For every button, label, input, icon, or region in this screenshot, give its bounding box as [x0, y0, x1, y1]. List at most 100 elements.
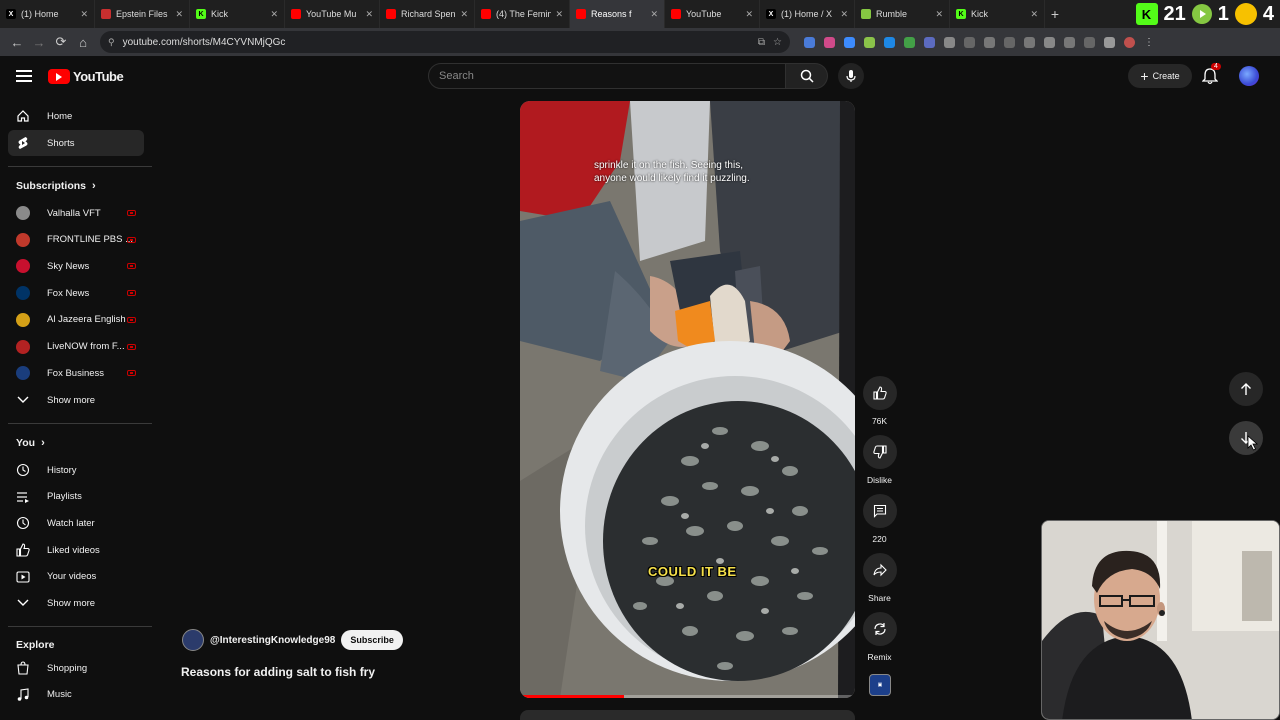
account-avatar[interactable]	[1239, 66, 1259, 86]
close-tab-icon[interactable]: ✕	[935, 9, 943, 20]
extension-icon[interactable]	[1064, 36, 1075, 48]
show-more-you[interactable]: Show more	[8, 590, 144, 616]
url-field[interactable]: ⚲ youtube.com/shorts/M4CYVNMjQGc ⧉ ☆	[100, 31, 790, 53]
previous-short-button[interactable]	[1229, 372, 1263, 406]
close-tab-icon[interactable]: ✕	[365, 9, 373, 20]
sidebar-item-watch-later[interactable]: Watch later	[8, 510, 144, 536]
extension-icon[interactable]	[904, 36, 915, 48]
video-progress-bar[interactable]	[520, 695, 855, 698]
sidebar-subscription-item[interactable]: FRONTLINE PBS ...	[8, 227, 144, 253]
sidebar-subscription-item[interactable]: Sky News	[8, 253, 144, 279]
sidebar-item-your-videos[interactable]: Your videos	[8, 564, 144, 590]
extension-icon[interactable]	[844, 36, 855, 48]
extension-icon[interactable]	[884, 36, 895, 48]
sound-pivot-thumbnail[interactable]: ▣	[869, 674, 891, 696]
browser-tab[interactable]: Richard Spen ✕	[380, 0, 475, 28]
browser-tab[interactable]: YouTube ✕	[665, 0, 760, 28]
channel-avatar[interactable]	[182, 629, 204, 651]
like-button[interactable]	[862, 376, 897, 410]
subscriptions-heading[interactable]: Subscriptions ›	[16, 180, 96, 192]
close-tab-icon[interactable]: ✕	[745, 9, 753, 20]
emoji-extension-icon[interactable]	[1234, 3, 1257, 25]
extension-icon[interactable]	[1024, 36, 1035, 48]
browser-tab[interactable]: Rumble ✕	[855, 0, 950, 28]
extension-icon[interactable]	[964, 36, 975, 48]
webcam-feed	[1042, 521, 1279, 719]
sidebar-subscription-item[interactable]: Valhalla VFT	[8, 200, 144, 226]
music-icon	[16, 688, 30, 702]
channel-handle[interactable]: @InterestingKnowledge98	[210, 635, 335, 646]
site-info-icon[interactable]: ⚲	[108, 37, 115, 48]
browser-tab[interactable]: Reasons f ✕	[570, 0, 665, 28]
more-menu-icon[interactable]: ⋮	[1144, 37, 1154, 48]
extension-icon[interactable]	[944, 36, 955, 48]
sidebar-item-music[interactable]: Music	[8, 682, 144, 708]
close-tab-icon[interactable]: ✕	[460, 9, 468, 20]
search-button[interactable]	[786, 63, 828, 89]
extension-icon[interactable]	[804, 36, 815, 48]
browser-tab[interactable]: K Kick ✕	[190, 0, 285, 28]
extension-icon[interactable]	[864, 36, 875, 48]
sidebar-item-playlists[interactable]: Playlists	[8, 484, 144, 510]
extension-icon[interactable]	[984, 36, 995, 48]
close-tab-icon[interactable]: ✕	[80, 9, 88, 20]
sidebar-subscription-item[interactable]: LiveNOW from F...	[8, 334, 144, 360]
rumble-play-icon[interactable]	[1191, 4, 1212, 24]
forward-icon[interactable]: →	[28, 31, 50, 53]
bookmark-star-icon[interactable]: ☆	[773, 37, 782, 48]
you-heading[interactable]: You ›	[16, 437, 45, 449]
extension-icon[interactable]	[1104, 36, 1115, 48]
extension-icon[interactable]	[1004, 36, 1015, 48]
menu-icon[interactable]	[16, 70, 32, 82]
reload-icon[interactable]: ⟳	[50, 31, 72, 53]
dislike-button[interactable]	[862, 435, 897, 469]
browser-tab[interactable]: X (1) Home / X ✕	[760, 0, 855, 28]
browser-tab[interactable]: YouTube Mu ✕	[285, 0, 380, 28]
new-tab-button[interactable]: +	[1045, 6, 1065, 22]
close-tab-icon[interactable]: ✕	[650, 9, 658, 20]
close-tab-icon[interactable]: ✕	[270, 9, 278, 20]
extension-icon[interactable]	[824, 36, 835, 48]
sidebar-subscription-item[interactable]: Al Jazeera English	[8, 307, 144, 333]
sidebar-item-history[interactable]: History	[8, 457, 144, 483]
short-title[interactable]: Reasons for adding salt to fish fry	[181, 665, 375, 679]
voice-search-button[interactable]	[838, 63, 864, 89]
extension-icon[interactable]	[1044, 36, 1055, 48]
profile-avatar-icon[interactable]	[1124, 36, 1135, 48]
close-tab-icon[interactable]: ✕	[555, 9, 563, 20]
search-input[interactable]: Search	[428, 63, 786, 89]
shorts-video-player[interactable]: sprinkle it on the fish. Seeing this, an…	[520, 101, 855, 698]
browser-tab[interactable]: (4) The Femin ✕	[475, 0, 570, 28]
browser-tab-bar: X (1) Home ✕ Epstein Files ✕ K Kick ✕ YouTube Mu…	[0, 0, 1280, 28]
remix-button[interactable]	[862, 612, 897, 646]
browser-tab[interactable]: Epstein Files ✕	[95, 0, 190, 28]
sidebar-item-shopping[interactable]: Shopping	[8, 655, 144, 681]
extension-icon[interactable]	[1084, 36, 1095, 48]
create-button[interactable]: + Create	[1128, 64, 1192, 88]
sidebar-item-home[interactable]: Home	[8, 103, 144, 129]
live-indicator-icon	[127, 316, 136, 323]
kick-icon: K	[956, 9, 966, 19]
sidebar-item-liked-videos[interactable]: Liked videos	[8, 537, 144, 563]
plus-icon: +	[1140, 68, 1149, 84]
sidebar-subscription-item[interactable]: Fox News	[8, 280, 144, 306]
install-app-icon[interactable]: ⧉	[758, 37, 765, 48]
close-tab-icon[interactable]: ✕	[1030, 9, 1038, 20]
notifications-button[interactable]: 4	[1201, 63, 1221, 85]
browser-tab[interactable]: X (1) Home ✕	[0, 0, 95, 28]
close-tab-icon[interactable]: ✕	[175, 9, 183, 20]
kick-extension-icon[interactable]: K	[1135, 3, 1158, 25]
comments-button[interactable]	[862, 494, 897, 528]
sidebar-subscription-item[interactable]: Fox Business	[8, 360, 144, 386]
browser-tab[interactable]: K Kick ✕	[950, 0, 1045, 28]
x-logo-icon: X	[766, 9, 776, 19]
youtube-logo[interactable]: YouTube	[48, 69, 124, 84]
sidebar-item-shorts[interactable]: Shorts	[8, 130, 144, 156]
home-button-icon[interactable]: ⌂	[72, 31, 94, 53]
extension-icon[interactable]	[924, 36, 935, 48]
back-icon[interactable]: ←	[6, 31, 28, 53]
subscribe-button[interactable]: Subscribe	[341, 630, 403, 650]
close-tab-icon[interactable]: ✕	[840, 9, 848, 20]
share-button[interactable]	[862, 553, 897, 587]
show-more-subscriptions[interactable]: Show more	[8, 387, 144, 413]
